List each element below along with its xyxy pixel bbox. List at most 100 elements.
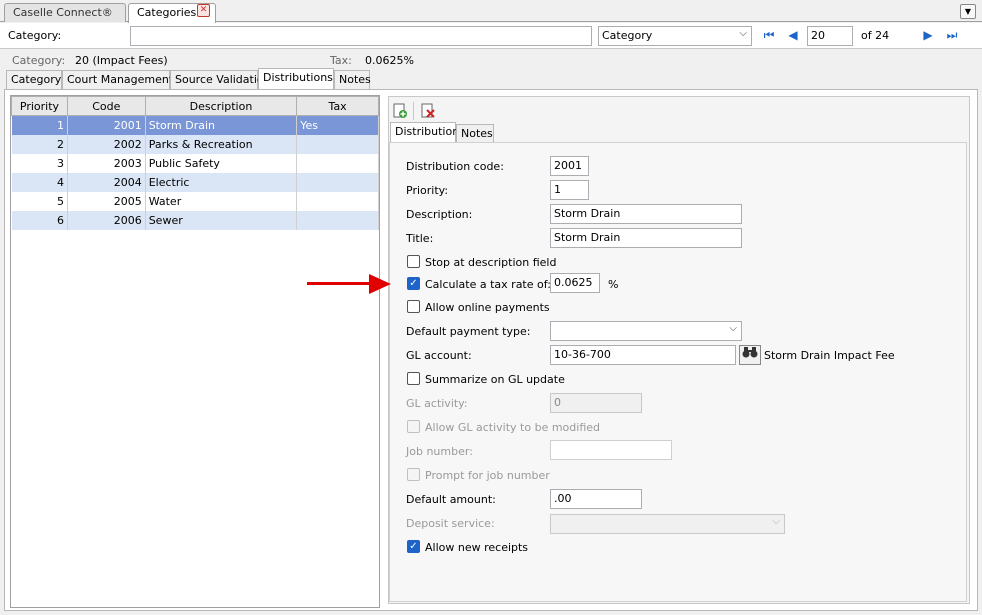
chevron-down-icon[interactable]: ▼ [960, 4, 976, 19]
category-info-row: Category: 20 (Impact Fees) Tax: 0.0625% [0, 50, 982, 70]
tab-categories-label: Categories [137, 6, 197, 19]
cell-code: 2001 [67, 115, 146, 135]
table-row[interactable]: 2 2002 Parks & Recreation [11, 134, 379, 154]
table-row[interactable]: 1 2001 Storm Drain Yes [11, 115, 379, 135]
allow-gl-modify-label: Allow GL activity to be modified [425, 421, 601, 434]
cell-priority: 5 [11, 191, 68, 211]
distribution-code-label: Distribution code: [406, 160, 504, 173]
distributions-grid: Priority Code Description Tax 1 2001 Sto… [10, 95, 380, 608]
gl-activity-label: GL activity: [406, 397, 468, 410]
cell-code: 2005 [67, 191, 146, 211]
chevron-down-icon: ⌵ [729, 323, 737, 334]
category-label: Category: [8, 29, 62, 42]
info-category-value: 20 (Impact Fees) [75, 54, 168, 67]
table-row[interactable]: 6 2006 Sewer [11, 210, 379, 230]
info-category-label: Category: [12, 54, 66, 67]
column-header-code[interactable]: Code [66, 96, 146, 116]
cell-tax [296, 134, 379, 154]
description-label: Description: [406, 208, 473, 221]
default-amount-label: Default amount: [406, 493, 496, 506]
priority-input[interactable]: 1 [550, 180, 589, 200]
annotation-arrow-line [307, 282, 371, 285]
chevron-down-icon: ⌵ [772, 516, 780, 527]
tab-detail-notes[interactable]: Notes [456, 124, 494, 143]
next-page-icon[interactable]: ▶ [921, 27, 935, 43]
cell-code: 2002 [67, 134, 146, 154]
first-page-icon[interactable]: ⏮ [762, 27, 776, 43]
category-select[interactable]: Category ⌵ [598, 26, 752, 46]
title-label: Title: [406, 232, 434, 245]
allow-gl-modify-checkbox [407, 420, 420, 433]
gl-account-label: GL account: [406, 349, 472, 362]
allow-new-receipts-checkbox[interactable]: ✓ [407, 540, 420, 553]
job-number-label: Job number: [406, 445, 473, 458]
page-number-input[interactable]: 20 [807, 26, 853, 46]
prompt-job-number-label: Prompt for job number [425, 469, 550, 482]
cell-description: Electric [145, 172, 298, 192]
binoculars-icon[interactable] [739, 345, 761, 365]
allow-new-receipts-label: Allow new receipts [425, 541, 529, 554]
cell-tax [296, 172, 379, 192]
table-row[interactable]: 5 2005 Water [11, 191, 379, 211]
cell-description: Parks & Recreation [145, 134, 298, 154]
column-header-priority[interactable]: Priority [11, 96, 68, 116]
cell-tax [296, 153, 379, 173]
prompt-job-number-checkbox [407, 468, 420, 481]
tax-rate-input[interactable]: 0.0625 [550, 273, 600, 293]
tab-category[interactable]: Category [6, 70, 62, 89]
cell-description: Water [145, 191, 298, 211]
deposit-service-label: Deposit service: [406, 517, 495, 530]
cell-priority: 4 [11, 172, 68, 192]
percent-label: % [608, 278, 619, 291]
title-input[interactable]: Storm Drain [550, 228, 742, 248]
window-tab-bar: Caselle Connect® Categories ✕ ▼ [0, 0, 982, 23]
default-payment-type-select[interactable]: ⌵ [550, 321, 742, 341]
cell-description: Public Safety [145, 153, 298, 173]
category-input[interactable] [130, 26, 592, 46]
cell-description: Storm Drain [145, 115, 298, 135]
distribution-code-input[interactable]: 2001 [550, 156, 589, 176]
gl-account-description: Storm Drain Impact Fee [764, 349, 895, 362]
summarize-gl-checkbox[interactable] [407, 372, 420, 385]
column-header-description[interactable]: Description [144, 96, 298, 116]
column-header-tax[interactable]: Tax [296, 96, 379, 116]
cell-tax: Yes [296, 115, 379, 135]
cell-priority: 2 [11, 134, 68, 154]
tab-notes[interactable]: Notes [334, 70, 371, 89]
page-of-label: of 24 [861, 29, 890, 42]
tab-caselle-connect[interactable]: Caselle Connect® [4, 3, 126, 22]
cell-priority: 6 [11, 210, 68, 230]
delete-record-icon[interactable] [420, 103, 436, 119]
priority-label: Priority: [406, 184, 449, 197]
tab-distribution[interactable]: Distribution [390, 122, 459, 143]
add-record-icon[interactable] [392, 103, 408, 119]
stop-at-description-checkbox[interactable] [407, 255, 420, 268]
allow-online-payments-label: Allow online payments [425, 301, 550, 314]
allow-online-payments-checkbox[interactable] [407, 300, 420, 313]
cell-tax [296, 210, 379, 230]
cell-code: 2006 [67, 210, 146, 230]
tab-source-validation[interactable]: Source Validation [170, 70, 271, 89]
default-payment-type-label: Default payment type: [406, 325, 531, 338]
close-icon[interactable]: ✕ [197, 4, 210, 17]
default-amount-input[interactable]: .00 [550, 489, 642, 509]
info-tax-label: Tax: [330, 54, 352, 67]
chevron-down-icon: ⌵ [739, 28, 747, 39]
tab-distributions[interactable]: Distributions [258, 68, 334, 89]
description-input[interactable]: Storm Drain [550, 204, 742, 224]
gl-activity-input: 0 [550, 393, 642, 413]
table-row[interactable]: 4 2004 Electric [11, 172, 379, 192]
job-number-input [550, 440, 672, 460]
tab-court-management[interactable]: Court Management [62, 70, 173, 89]
calculate-tax-label: Calculate a tax rate of: [425, 278, 551, 291]
last-page-icon[interactable]: ⏭ [945, 27, 959, 43]
deposit-service-select: ⌵ [550, 514, 785, 534]
prev-page-icon[interactable]: ◀ [786, 27, 800, 43]
stop-at-description-label: Stop at description field [425, 256, 557, 269]
calculate-tax-checkbox[interactable]: ✓ [407, 277, 420, 290]
gl-account-input[interactable]: 10-36-700 [550, 345, 736, 365]
category-toolbar: Category: Category ⌵ 20 of 24 [0, 23, 982, 49]
cell-tax [296, 191, 379, 211]
summarize-gl-label: Summarize on GL update [425, 373, 565, 386]
table-row[interactable]: 3 2003 Public Safety [11, 153, 379, 173]
